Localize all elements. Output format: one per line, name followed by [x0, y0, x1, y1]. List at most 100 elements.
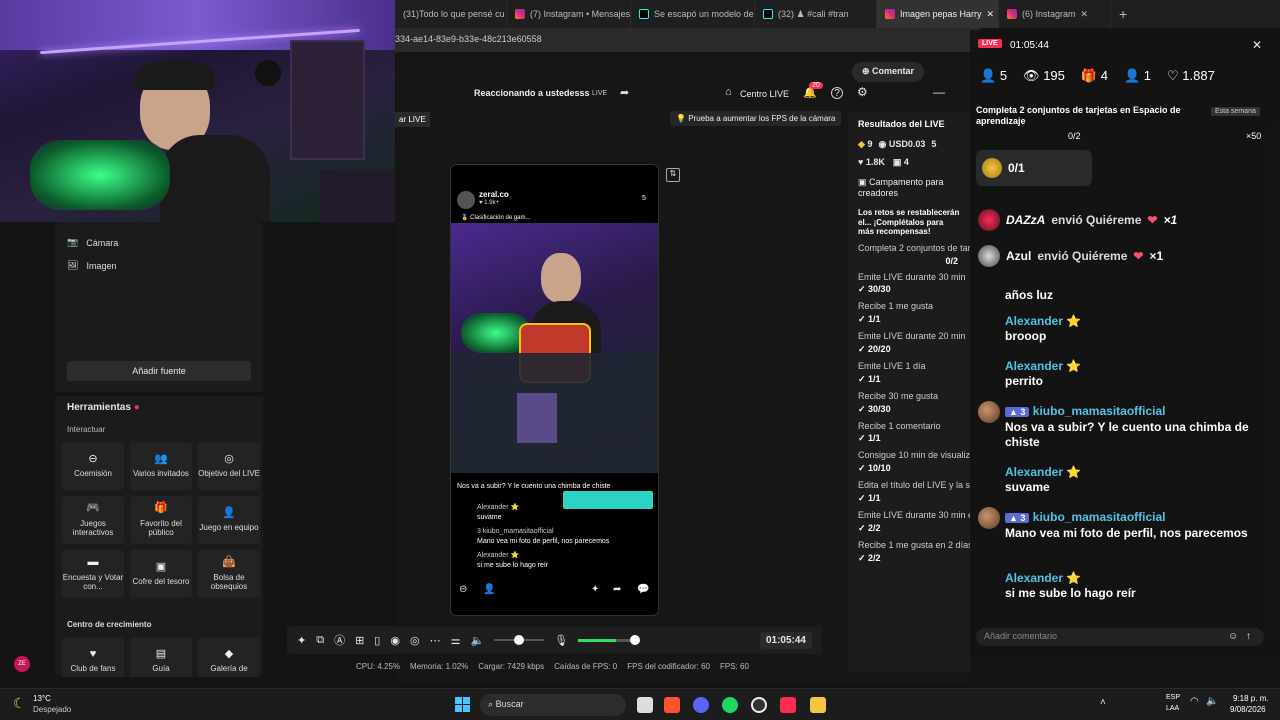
- browser-tab-active[interactable]: Imagen pepas Harry ✕: [877, 0, 999, 28]
- profile-avatar[interactable]: ZE: [14, 656, 30, 672]
- tool-audience-favorite[interactable]: 🎁 Favorito del público: [130, 496, 192, 544]
- browser-tab[interactable]: (31)Todo lo que pensé cu✕: [395, 0, 507, 28]
- magic-icon[interactable]: ✦: [591, 584, 599, 595]
- chat-message: Alexander ⭐ si me sube lo hago reír: [1005, 571, 1270, 601]
- live-center-link[interactable]: Centro LIVE: [740, 89, 789, 99]
- close-icon[interactable]: ✕: [987, 9, 995, 20]
- volume-icon[interactable]: 🔈: [1206, 696, 1218, 707]
- brave-icon[interactable]: [664, 697, 680, 713]
- source-camera[interactable]: 📷 Cámara: [67, 237, 118, 248]
- speaker-icon[interactable]: 🔈: [470, 634, 484, 647]
- campaign-link[interactable]: ▣ Campamento para creadores: [848, 168, 970, 198]
- add-source-button[interactable]: Añadir fuente: [67, 361, 251, 381]
- magic-icon[interactable]: ✦: [297, 634, 306, 647]
- chevron-up-icon[interactable]: ˄: [1100, 697, 1106, 708]
- poll-icon: ▬: [87, 556, 99, 569]
- results-item-value: ✓ 30/30: [848, 402, 970, 415]
- task-pill[interactable]: 0/1: [976, 150, 1092, 186]
- more-icon[interactable]: ⋯: [430, 634, 441, 647]
- spotify-icon[interactable]: [722, 697, 738, 713]
- send-icon[interactable]: ↑: [1246, 631, 1251, 642]
- gift-icon: 🎁: [1080, 68, 1098, 83]
- message-user: Alexander ⭐: [1005, 465, 1082, 479]
- results-item-label: Completa 2 conjuntos de tarjetas en Espa…: [858, 242, 970, 253]
- mixer-icon[interactable]: ⚌: [451, 634, 461, 647]
- comment-button[interactable]: ⊕ Comentar: [852, 62, 925, 82]
- lang-label[interactable]: ESP: [1166, 694, 1180, 701]
- results-item-value: ✓ 30/30: [848, 282, 970, 295]
- results-item-label: Emite LIVE 1 día: [858, 360, 926, 371]
- level-badge: ▲ 3: [1005, 407, 1030, 417]
- effects-icon[interactable]: Ⓐ: [334, 632, 345, 648]
- chat-message: años luz: [1005, 288, 1270, 303]
- go-live-button[interactable]: ar LIVE: [395, 112, 430, 127]
- gift-text: envió Quiéreme: [1037, 249, 1128, 263]
- message-text: Nos va a subir? Y le cuento una chimba d…: [1005, 420, 1249, 449]
- record-icon[interactable]: ◉: [390, 634, 400, 647]
- notification-badge: 20: [809, 82, 823, 89]
- tool-team-game[interactable]: 👤 Juego en equipo: [198, 496, 260, 544]
- tool-interactive-games[interactable]: 🎮 Juegos interactivos: [62, 496, 124, 544]
- search-label: Buscar: [495, 699, 524, 709]
- source-image[interactable]: 🖼 Imagen: [67, 260, 116, 271]
- file-explorer-icon[interactable]: [810, 697, 826, 713]
- mic-slider[interactable]: [578, 634, 641, 645]
- users-icon[interactable]: 👤: [483, 584, 495, 595]
- add-icon[interactable]: ⊞: [355, 634, 364, 647]
- check-icon: ✓: [858, 343, 869, 354]
- mic-icon[interactable]: 🎙: [554, 634, 568, 647]
- tool-fan-club[interactable]: ♥ Club de fans: [62, 637, 124, 677]
- share-icon[interactable]: ➦: [620, 86, 629, 99]
- phone-icon[interactable]: ▯: [374, 634, 380, 647]
- tool-multi-guest[interactable]: 👥 Varios invitados: [130, 442, 192, 490]
- image-icon: 🖼: [67, 260, 79, 270]
- camera-switch-icon[interactable]: ◎: [410, 634, 420, 647]
- studio-topbar: Reaccionando a ustedesss LIVE ➦ ⌂ Centro…: [395, 82, 970, 106]
- chat-input[interactable]: Añadir comentario: [976, 628, 1264, 646]
- windows-start-icon[interactable]: [455, 697, 470, 712]
- tool-treasure-chest[interactable]: ▣ Cofre del tesoro: [130, 550, 192, 598]
- tool-coemission[interactable]: ⊖ Coemisión: [62, 442, 124, 490]
- tiktok-live-icon[interactable]: [780, 697, 796, 713]
- tool-label: Coemisión: [74, 469, 112, 479]
- coin-icon: [982, 158, 1002, 178]
- help-icon[interactable]: ?: [831, 87, 843, 99]
- tool-live-goal[interactable]: ◎ Objetivo del LIVE: [198, 442, 260, 490]
- preview-settings-icon[interactable]: ⇅: [666, 168, 680, 182]
- message-text: suvame: [1005, 480, 1050, 494]
- avatar: [978, 245, 1000, 267]
- browser-tab[interactable]: (7) Instagram • Mensajes: [507, 0, 631, 28]
- clock-time[interactable]: 9:18 p. m.: [1233, 694, 1269, 703]
- new-tab-icon[interactable]: +: [1119, 6, 1127, 22]
- chat-icon[interactable]: 💬: [637, 584, 649, 595]
- results-value-text: 2/2: [868, 522, 881, 533]
- message-user: Alexander ⭐: [1005, 571, 1082, 585]
- discord-icon[interactable]: [693, 697, 709, 713]
- task-view-icon[interactable]: [637, 697, 653, 713]
- tool-gift-bag[interactable]: 👜 Bolsa de obsequios: [198, 550, 260, 598]
- browser-tab[interactable]: (6) Instagram ✕: [999, 0, 1111, 28]
- chat-close-icon[interactable]: ✕: [1252, 38, 1262, 52]
- tool-gallery[interactable]: ◆ Galería de: [198, 637, 260, 677]
- url-bar[interactable]: 334-ae14-83e9-b33e-48c213e60558: [395, 28, 980, 52]
- link-icon[interactable]: ⊖: [459, 584, 467, 595]
- stream-preview: zeral.co ♥ 1.9k+ 5 🏅 Clasificación de ga…: [450, 164, 659, 616]
- comment-user: 3 kiubo_mamasitaofficial: [477, 528, 554, 535]
- results-list: Completa 2 conjuntos de tarjetas en Espa…: [848, 243, 970, 564]
- browser-tab[interactable]: Se escapó un modelo de: [631, 0, 755, 28]
- tool-guide[interactable]: ▤ Guía: [130, 637, 192, 677]
- close-icon[interactable]: ✕: [1081, 9, 1089, 20]
- taskbar-search[interactable]: ⌕ Buscar: [480, 694, 626, 716]
- volume-slider[interactable]: [494, 635, 545, 645]
- obs-icon[interactable]: [751, 697, 767, 713]
- tool-poll[interactable]: ▬ Encuesta y Votar con...: [62, 550, 124, 598]
- share-icon[interactable]: ➦: [613, 584, 621, 595]
- message-text: Mano vea mi foto de perfil, nos parecemo…: [1005, 526, 1248, 540]
- wifi-icon[interactable]: ◠: [1190, 696, 1199, 707]
- layout-icon[interactable]: ⧉: [316, 634, 324, 647]
- settings-icon[interactable]: ⚙: [857, 85, 868, 99]
- comment-user: Alexander ⭐: [477, 504, 520, 511]
- emoji-icon[interactable]: ☺: [1228, 631, 1238, 642]
- minimize-icon[interactable]: —: [933, 85, 945, 99]
- browser-tab[interactable]: (32) ♟ #cali #tran: [755, 0, 877, 28]
